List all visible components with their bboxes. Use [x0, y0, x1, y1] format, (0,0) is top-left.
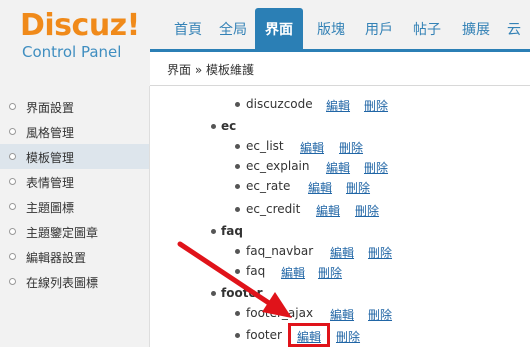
- bullet-icon: [235, 184, 240, 189]
- bullet-icon: [235, 269, 240, 274]
- list-item: ec_explain 編輯 刪除: [150, 157, 530, 177]
- sidebar-item-label: 模板管理: [26, 151, 75, 165]
- list-item: ec_credit 編輯 刪除: [150, 200, 530, 220]
- template-list: discuzcode 編輯 刪除 ec ec_list 編輯 刪除 ec_exp…: [150, 87, 530, 347]
- list-item: footer_ajax 編輯 刪除: [150, 304, 530, 324]
- delete-link[interactable]: 刪除: [364, 97, 388, 114]
- template-group: faq: [150, 222, 530, 242]
- sidebar-item-label: 編輯器設置: [26, 251, 87, 265]
- bullet-icon: [235, 102, 240, 107]
- bullet-icon: [211, 229, 216, 234]
- tab-home[interactable]: 首頁: [164, 16, 212, 44]
- bullet-icon: [9, 178, 16, 185]
- sidebar-item-label: 表情管理: [26, 176, 75, 190]
- delete-link[interactable]: 刪除: [318, 264, 342, 281]
- tab-forums[interactable]: 版塊: [307, 16, 355, 44]
- header: Discuz! Control Panel 首頁 全局 界面 版塊 用戶 帖子 …: [0, 0, 530, 86]
- edit-link[interactable]: 編輯: [326, 97, 350, 114]
- list-item: faq_navbar 編輯 刪除: [150, 242, 530, 262]
- edit-link[interactable]: 編輯: [326, 159, 350, 176]
- delete-link[interactable]: 刪除: [368, 306, 392, 323]
- bullet-icon: [9, 228, 16, 235]
- sidebar-item-label: 風格管理: [26, 126, 75, 140]
- bullet-icon: [235, 333, 240, 338]
- breadcrumb-bar: 界面 » 模板維護: [150, 52, 530, 86]
- template-name: footer: [246, 328, 282, 342]
- bullet-icon: [235, 207, 240, 212]
- sidebar-item-thread-stamps[interactable]: 主題鑒定圖章: [0, 219, 149, 244]
- bullet-icon: [211, 291, 216, 296]
- bullet-icon: [9, 128, 16, 135]
- template-name: faq: [246, 264, 266, 278]
- delete-link[interactable]: 刪除: [355, 202, 379, 219]
- bullet-icon: [9, 153, 16, 160]
- template-group: footer: [150, 284, 530, 304]
- edit-link[interactable]: 編輯: [330, 244, 354, 261]
- edit-link[interactable]: 編輯: [300, 139, 324, 156]
- sidebar-item-template-manage[interactable]: 模板管理: [0, 144, 149, 169]
- template-name: footer_ajax: [246, 306, 314, 320]
- sidebar-item-label: 主題鑒定圖章: [26, 226, 99, 240]
- sidebar-item-editor-settings[interactable]: 編輯器設置: [0, 244, 149, 269]
- top-nav: 首頁 全局 界面 版塊 用戶 帖子 擴展 云: [150, 0, 530, 52]
- bullet-icon: [211, 124, 216, 129]
- sidebar-item-online-list-icons[interactable]: 在線列表圖標: [0, 269, 149, 294]
- tab-cloud[interactable]: 云: [500, 16, 530, 44]
- template-name: faq_navbar: [246, 244, 314, 258]
- list-item: ec_rate 編輯 刪除: [150, 177, 530, 197]
- delete-link[interactable]: 刪除: [364, 159, 388, 176]
- delete-link[interactable]: 刪除: [368, 244, 392, 261]
- bullet-icon: [9, 103, 16, 110]
- edit-link[interactable]: 編輯: [316, 202, 340, 219]
- sidebar-item-smilies[interactable]: 表情管理: [0, 169, 149, 194]
- tab-posts[interactable]: 帖子: [403, 16, 451, 44]
- logo[interactable]: Discuz! Control Panel: [0, 0, 150, 86]
- sidebar-item-interface-settings[interactable]: 界面設置: [0, 94, 149, 119]
- delete-link[interactable]: 刪除: [346, 179, 370, 196]
- template-name: ec_credit: [246, 202, 301, 216]
- group-name: ec: [221, 119, 237, 133]
- bullet-icon: [235, 144, 240, 149]
- sidebar-item-thread-icons[interactable]: 主題圖標: [0, 194, 149, 219]
- template-group: ec: [150, 117, 530, 137]
- sidebar-item-label: 在線列表圖標: [26, 276, 99, 290]
- template-name: ec_explain: [246, 159, 310, 173]
- template-name: ec_list: [246, 139, 284, 153]
- group-name: footer: [221, 286, 263, 300]
- bullet-icon: [9, 278, 16, 285]
- bullet-icon: [235, 249, 240, 254]
- sidebar: 界面設置 風格管理 模板管理 表情管理 主題圖標 主題鑒定圖章 編輯器設置 在線…: [0, 86, 150, 347]
- tab-global[interactable]: 全局: [209, 16, 257, 44]
- template-name: ec_rate: [246, 179, 291, 193]
- list-item: discuzcode 編輯 刪除: [150, 95, 530, 115]
- sidebar-item-style-manage[interactable]: 風格管理: [0, 119, 149, 144]
- group-name: faq: [221, 224, 243, 238]
- list-item: faq 編輯 刪除: [150, 262, 530, 282]
- tab-interface[interactable]: 界面: [255, 8, 303, 52]
- annotation-highlight-box: [288, 323, 330, 347]
- edit-link[interactable]: 編輯: [308, 179, 332, 196]
- delete-link[interactable]: 刪除: [336, 328, 360, 345]
- delete-link[interactable]: 刪除: [339, 139, 363, 156]
- logo-brand: Discuz!: [20, 8, 140, 43]
- list-item: footer 編輯 刪除: [150, 326, 530, 346]
- edit-link[interactable]: 編輯: [281, 264, 305, 281]
- edit-link[interactable]: 編輯: [330, 306, 354, 323]
- sidebar-item-label: 界面設置: [26, 101, 75, 115]
- list-item: ec_list 編輯 刪除: [150, 137, 530, 157]
- tab-extensions[interactable]: 擴展: [452, 16, 500, 44]
- logo-subtitle: Control Panel: [22, 43, 122, 61]
- bullet-icon: [9, 203, 16, 210]
- sidebar-item-label: 主題圖標: [26, 201, 75, 215]
- breadcrumb: 界面 » 模板維護: [167, 63, 254, 77]
- bullet-icon: [9, 253, 16, 260]
- bullet-icon: [235, 164, 240, 169]
- tab-users[interactable]: 用戶: [355, 16, 403, 44]
- bullet-icon: [235, 311, 240, 316]
- template-name: discuzcode: [246, 97, 313, 111]
